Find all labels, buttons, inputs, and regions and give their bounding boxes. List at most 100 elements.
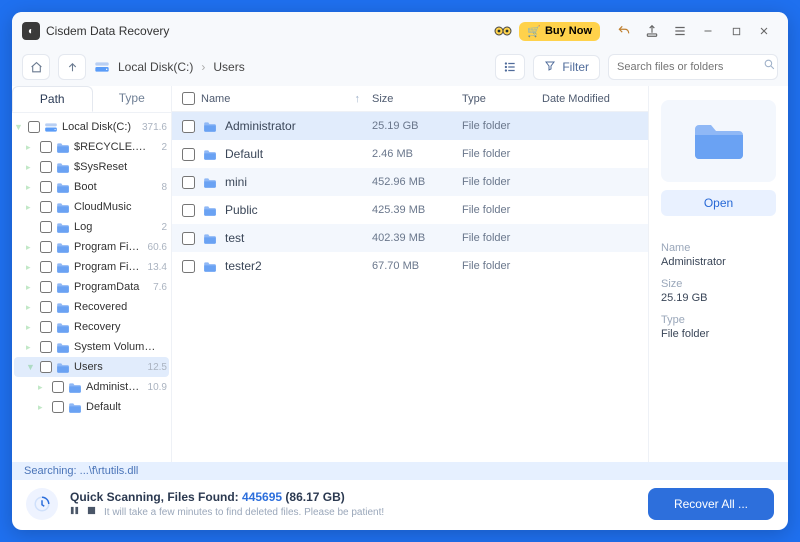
tree-checkbox[interactable]	[40, 321, 52, 333]
close-icon[interactable]	[750, 18, 778, 44]
tab-type[interactable]: Type	[93, 86, 172, 112]
tree-item[interactable]: ▸Program Files (x86)13.4	[14, 257, 169, 277]
buy-now-button[interactable]: 🛒 Buy Now	[519, 22, 600, 41]
pause-button[interactable]	[70, 506, 79, 518]
tree-label: Recovery	[74, 321, 159, 333]
expand-icon[interactable]: ▸	[26, 262, 36, 273]
tree-item[interactable]: Log2	[14, 217, 169, 237]
col-name[interactable]: Name ↑	[176, 92, 366, 105]
tree-item[interactable]: ▸ CloudMusic	[14, 197, 169, 217]
detail-name-value: Administrator	[661, 256, 776, 268]
toolbar: Local Disk(C:) › Users Filter	[12, 50, 788, 86]
file-list-pane: Name ↑ Size Type Date Modified Administr…	[172, 86, 648, 462]
expand-icon[interactable]: ▸	[26, 302, 36, 313]
menu-icon[interactable]	[666, 18, 694, 44]
expand-icon[interactable]: ▸	[26, 202, 36, 213]
details-pane: Open Name Administrator Size 25.19 GB Ty…	[648, 86, 788, 462]
row-checkbox[interactable]	[182, 120, 195, 133]
tree-checkbox[interactable]	[52, 401, 64, 413]
tree-item[interactable]: ▸$SysReset	[14, 157, 169, 177]
tree-checkbox[interactable]	[40, 241, 52, 253]
minimize-icon[interactable]	[694, 18, 722, 44]
maximize-icon[interactable]	[722, 18, 750, 44]
tree-checkbox[interactable]	[40, 181, 52, 193]
expand-icon[interactable]: ▸	[26, 142, 36, 153]
table-row[interactable]: tester267.70 MBFile folder	[172, 252, 648, 280]
tree-size: 7.6	[153, 282, 167, 293]
tree-checkbox[interactable]	[40, 221, 52, 233]
expand-icon[interactable]: ▸	[26, 322, 36, 333]
tree-item[interactable]: ▸System Volume Inform...	[14, 337, 169, 357]
table-row[interactable]: test402.39 MBFile folder	[172, 224, 648, 252]
search-box[interactable]	[608, 54, 778, 80]
expand-icon[interactable]: ▼	[14, 122, 24, 132]
home-button[interactable]	[22, 54, 50, 80]
row-checkbox[interactable]	[182, 148, 195, 161]
expand-icon[interactable]: ▸	[38, 402, 48, 413]
table-row[interactable]: Default2.46 MBFile folder	[172, 140, 648, 168]
tree-item[interactable]: ▸Boot8	[14, 177, 169, 197]
tree-item[interactable]: ▸ Recovery	[14, 317, 169, 337]
tree-checkbox[interactable]	[52, 381, 64, 393]
tree-checkbox[interactable]	[40, 341, 52, 353]
tree-item[interactable]: ▸$RECYCLE.BIN2	[14, 137, 169, 157]
filter-button[interactable]: Filter	[533, 55, 600, 80]
tree-item[interactable]: ▸Administrator10.9	[14, 377, 169, 397]
tree-checkbox[interactable]	[40, 141, 52, 153]
search-input[interactable]	[617, 61, 759, 73]
row-type: File folder	[456, 148, 536, 160]
scan-total: (86.17 GB)	[282, 490, 345, 504]
table-row[interactable]: Administrator25.19 GBFile folder	[172, 112, 648, 140]
row-name: tester2	[225, 259, 262, 273]
tree-checkbox[interactable]	[40, 281, 52, 293]
stop-button[interactable]	[87, 506, 96, 518]
sidebar-tabs: Path Type	[12, 86, 171, 113]
tree-checkbox[interactable]	[40, 201, 52, 213]
open-button[interactable]: Open	[661, 190, 776, 216]
expand-icon[interactable]: ▼	[26, 362, 36, 372]
folder-tree[interactable]: ▼Local Disk(C:)371.6▸$RECYCLE.BIN2▸$SysR…	[12, 113, 171, 462]
row-checkbox[interactable]	[182, 204, 195, 217]
row-checkbox[interactable]	[182, 232, 195, 245]
undo-icon[interactable]	[610, 18, 638, 44]
select-all-checkbox[interactable]	[182, 92, 195, 105]
breadcrumb-root[interactable]: Local Disk(C:)	[118, 60, 193, 74]
tree-checkbox[interactable]	[40, 161, 52, 173]
expand-icon[interactable]: ▸	[26, 342, 36, 353]
row-checkbox[interactable]	[182, 176, 195, 189]
tree-label: CloudMusic	[74, 201, 159, 213]
breadcrumb-folder[interactable]: Users	[213, 60, 244, 74]
tree-checkbox[interactable]	[40, 361, 52, 373]
tree-item[interactable]: ▸Recovered	[14, 297, 169, 317]
expand-icon[interactable]: ▸	[38, 382, 48, 393]
tree-item[interactable]: ▼Local Disk(C:)371.6	[14, 117, 169, 137]
tree-item[interactable]: ▸Program Files60.6	[14, 237, 169, 257]
expand-icon[interactable]: ▸	[26, 182, 36, 193]
expand-icon[interactable]: ▸	[26, 282, 36, 293]
tab-path[interactable]: Path	[12, 86, 93, 112]
expand-icon[interactable]: ▸	[26, 242, 36, 253]
row-checkbox[interactable]	[182, 260, 195, 273]
recover-all-button[interactable]: Recover All ...	[648, 488, 774, 520]
table-row[interactable]: mini452.96 MBFile folder	[172, 168, 648, 196]
app-title: Cisdem Data Recovery	[46, 24, 169, 38]
update-icon[interactable]	[638, 18, 666, 44]
table-row[interactable]: Public425.39 MBFile folder	[172, 196, 648, 224]
row-type: File folder	[456, 232, 536, 244]
tree-size: 371.6	[142, 122, 167, 133]
tree-item[interactable]: ▸Default	[14, 397, 169, 417]
chevron-right-icon: ›	[201, 60, 205, 74]
tree-checkbox[interactable]	[40, 301, 52, 313]
tree-item[interactable]: ▸ProgramData7.6	[14, 277, 169, 297]
tree-item[interactable]: ▼Users12.5	[14, 357, 169, 377]
row-type: File folder	[456, 204, 536, 216]
tree-checkbox[interactable]	[40, 261, 52, 273]
col-type[interactable]: Type	[456, 93, 536, 105]
tree-label: $RECYCLE.BIN	[74, 141, 153, 153]
view-list-button[interactable]	[495, 54, 525, 80]
col-size[interactable]: Size	[366, 93, 456, 105]
col-date[interactable]: Date Modified	[536, 93, 640, 105]
up-button[interactable]	[58, 54, 86, 80]
tree-checkbox[interactable]	[28, 121, 40, 133]
expand-icon[interactable]: ▸	[26, 162, 36, 173]
